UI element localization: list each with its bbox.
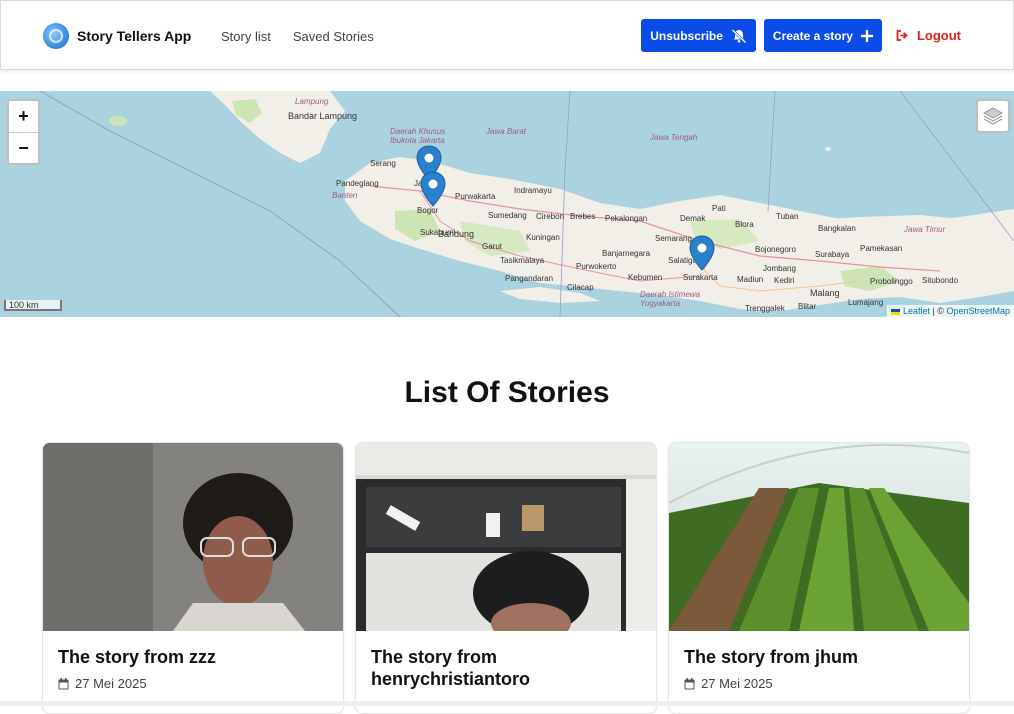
story-photo-greenhouse [669, 443, 969, 631]
story-date: 27 Mei 2025 [58, 676, 147, 691]
map-label: Brebes [570, 212, 596, 221]
map-label: Jawa Barat [486, 127, 527, 136]
map-label: Pandeglang [336, 179, 379, 188]
story-date-text: 27 Mei 2025 [75, 676, 147, 691]
story-card[interactable]: The story from henrychristiantoro [355, 442, 657, 714]
plus-icon [860, 29, 873, 42]
map-label: Semarang [655, 234, 692, 243]
map-label: Daerah Istimewa Yogyakarta [640, 290, 701, 308]
story-image [43, 443, 343, 631]
main-nav: Story list Saved Stories [221, 29, 374, 44]
map-label: Blitar [798, 302, 817, 311]
layers-icon [982, 107, 1004, 125]
calendar-icon [684, 677, 695, 689]
map-label: Bojonegoro [755, 245, 796, 254]
map-label: Lampung [295, 97, 329, 106]
map-label: Blora [735, 220, 754, 229]
map-label: Lumajang [848, 298, 884, 307]
map-label: Jawa Timur [904, 225, 946, 234]
map-label: Kediri [774, 276, 795, 285]
layers-button[interactable] [976, 99, 1010, 133]
osm-link[interactable]: OpenStreetMap [946, 306, 1010, 316]
map-label: Bandung [438, 229, 475, 239]
page-title: List Of Stories [404, 376, 610, 409]
create-story-label: Create a story [772, 28, 853, 43]
story-card[interactable]: The story from jhum 27 Mei 2025 [668, 442, 970, 714]
map-label: Madiun [737, 275, 764, 284]
zoom-in-button[interactable]: + [9, 101, 38, 133]
brand-name: Story Tellers App [77, 28, 192, 44]
map-label: Tuban [776, 212, 799, 221]
map-label: Daerah Khusus Ibukota Jakarta [390, 127, 446, 145]
map-label: Cilacap [567, 283, 594, 292]
story-date-text: 27 Mei 2025 [701, 676, 773, 691]
map-label: Tasikmalaya [500, 256, 545, 265]
map-label: Indramayu [514, 186, 552, 195]
map-label: Trenggalek [745, 304, 785, 313]
map-label: Pati [712, 204, 726, 213]
logout-label: Logout [916, 28, 961, 43]
leaflet-link[interactable]: Leaflet [903, 306, 930, 316]
calendar-icon [58, 677, 69, 689]
map-tiles [39, 91, 1014, 317]
map-label: Surakarta [683, 273, 718, 282]
map-label: Demak [680, 214, 706, 223]
story-marker[interactable] [420, 171, 446, 207]
page-bottom-edge [0, 701, 1014, 706]
zoom-control: + − [7, 99, 40, 165]
story-title: The story from henrychristiantoro [371, 647, 531, 689]
map-label: Jawa Tengah [650, 133, 698, 142]
map-label: Bogor [417, 206, 439, 215]
map-label: Surabaya [815, 250, 850, 259]
map-label: Pekalongan [605, 214, 648, 223]
map-label: Garut [482, 242, 503, 251]
bell-slash-icon [731, 28, 747, 43]
ukraine-flag-icon [891, 308, 901, 315]
story-marker[interactable] [689, 235, 715, 271]
nav-story-list[interactable]: Story list [221, 29, 271, 44]
map-label: Pamekasan [860, 244, 903, 253]
story-photo-person [43, 443, 343, 631]
story-date: 27 Mei 2025 [684, 676, 773, 691]
story-image [669, 443, 969, 631]
map-label: Kuningan [526, 233, 560, 242]
brand[interactable]: Story Tellers App [43, 23, 191, 49]
map-label: Purwokerto [576, 262, 617, 271]
story-title: The story from zzz [58, 647, 217, 667]
logout-icon [896, 30, 908, 41]
map-label: Probolinggo [870, 277, 913, 286]
map-label: Jombang [763, 264, 796, 273]
story-title: The story from jhum [684, 647, 859, 667]
zoom-out-button[interactable]: − [9, 133, 38, 164]
logout-button[interactable]: Logout [896, 28, 961, 43]
map-label: Pangandaran [505, 274, 554, 283]
map-label: Bandar Lampung [288, 111, 358, 121]
unsubscribe-label: Unsubscribe [650, 28, 723, 43]
app-logo-icon [43, 23, 69, 49]
story-photo-room [356, 443, 656, 631]
map-label: Purwakarta [455, 192, 496, 201]
attribution-separator: | © [929, 306, 947, 316]
map-label: Bangkalan [818, 224, 856, 233]
map-attribution: Leaflet | © OpenStreetMap [887, 305, 1014, 317]
map-label: Banten [332, 191, 358, 200]
map-label: Sumedang [488, 211, 527, 220]
map-label: Situbondo [922, 276, 959, 285]
map-label: Banjarnegara [602, 249, 651, 258]
story-card[interactable]: The story from zzz 27 Mei 2025 [42, 442, 344, 714]
app-header: Story Tellers App Story list Saved Stori… [0, 0, 1014, 70]
story-image [356, 443, 656, 631]
map-scale: 100 km [4, 300, 62, 311]
map-label: Serang [370, 159, 396, 168]
map-label: Malang [810, 288, 840, 298]
nav-saved-stories[interactable]: Saved Stories [293, 29, 374, 44]
create-story-button[interactable]: Create a story [763, 19, 882, 52]
map-label: Kebumen [628, 273, 663, 282]
map-label: Cirebon [536, 212, 565, 221]
unsubscribe-button[interactable]: Unsubscribe [641, 19, 756, 52]
header-actions: Unsubscribe Create a story Logout [641, 19, 961, 52]
stories-map[interactable]: Lampung Bandar Lampung Daerah Khusus Ibu… [0, 91, 1014, 317]
